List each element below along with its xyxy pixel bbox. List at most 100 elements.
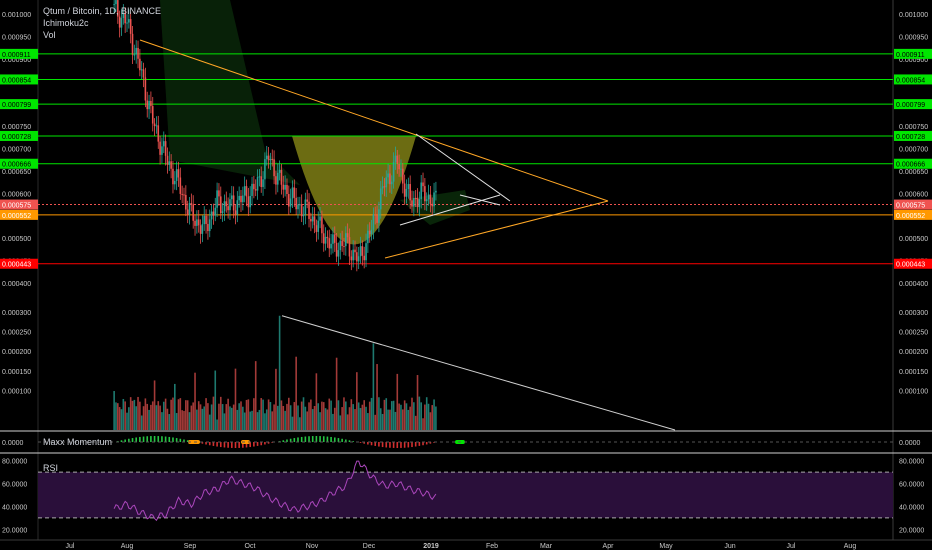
candle-body [378,209,380,223]
momentum-bar [300,436,303,442]
momentum-bar [322,436,325,442]
level-tag-left: 0.000443 [0,258,38,269]
candle-body [216,190,218,208]
time-tick: Feb [486,543,498,550]
candle-body [289,198,292,207]
candle-body [254,189,257,191]
candle-body [271,158,274,160]
candle-body [402,168,404,184]
volume-bar [137,396,139,430]
volume-bar [249,411,251,430]
candle-body [385,177,388,188]
momentum-bar [418,442,421,446]
volume-tick-left: 0.000100 [2,389,31,396]
candle-body [262,179,264,187]
volume-bar [236,409,239,430]
volume-bar [144,398,147,430]
volume-bar [256,412,259,430]
candle-body [269,158,272,161]
momentum-bar [223,442,226,448]
momentum-pane-label: Maxx Momentum [43,437,113,447]
price-tick-left: 0.000750 [2,124,31,131]
candle-body [330,243,332,249]
volume-bar [367,413,369,430]
volume-bar [190,405,193,430]
momentum-bar [146,436,149,442]
volume-bar [124,401,126,430]
candle-body [429,194,432,204]
candle-body [350,256,353,261]
volume-bar [402,409,404,430]
volume-bar [243,412,246,430]
volume-bar [400,404,402,430]
candle-body [420,182,422,200]
level-tag-text: 0.000799 [2,102,31,109]
candle-body [341,240,343,247]
volume-bar [148,409,150,430]
volume-bar [315,373,318,430]
volume-bar [398,403,400,430]
candle-body [337,250,340,257]
rsi-tick-right: 40.0000 [899,504,924,511]
momentum-bar [179,438,182,442]
level-tag-left: 0.000799 [0,99,38,110]
candle-body [229,199,231,211]
candle-body [365,243,367,261]
volume-bar [291,416,294,430]
candle-body [137,47,139,59]
momentum-bar [330,436,332,442]
time-tick: 2019 [423,543,439,550]
price-tick-right: 0.000750 [899,124,928,131]
candle-body [409,184,411,201]
volume-bar [313,406,316,430]
volume-trend-line [281,315,676,431]
volume-bar [155,405,158,430]
volume-bar [435,406,437,430]
volume-bar [254,361,257,430]
volume-bar [335,357,338,430]
rsi-tick-right: 20.0000 [899,527,924,534]
chart-canvas[interactable]: 0.001000 0.0010000.000950 0.0009500.000900… [0,0,932,550]
volume-bar [350,399,353,430]
candle-body [280,169,283,185]
volume-bar [113,391,115,430]
momentum-bar [304,436,307,442]
volume-bar [420,402,422,430]
volume-bar [282,405,285,430]
volume-bar [197,401,200,430]
candle-body [192,204,194,221]
volume-bar [133,399,136,430]
time-tick: Sep [184,543,197,550]
volume-bar [238,403,240,430]
candle-body [243,186,246,196]
volume-bar [203,406,206,430]
volume-bar [262,399,264,430]
candle-body [210,211,213,220]
indicator-volume-label: Vol [43,30,56,40]
indicator-ichimoku-label: Ichimoku2c [43,18,89,28]
candle-body [367,230,369,244]
volume-bar [365,406,367,430]
momentum-tick-left: 0.0000 [2,440,24,447]
volume-bar [330,400,332,430]
candle-body [260,176,263,187]
momentum-bar [282,440,285,442]
candle-body [164,141,167,156]
momentum-bar [256,442,259,446]
candle-body [321,216,323,234]
candle-body [150,100,152,107]
volume-bar [179,398,182,430]
level-tag-text: 0.000854 [2,77,31,84]
price-tick-right: 0.000650 [899,169,928,176]
volume-bar [232,404,235,430]
volume-bar [159,405,161,430]
volume-bar [207,403,209,430]
momentum-bar [139,436,141,442]
candle-body [208,219,211,232]
volume-tick-right: 0.000150 [899,369,928,376]
candle-body [236,200,239,215]
candle-body [332,234,334,244]
candle-body [177,169,180,178]
momentum-bar [175,438,178,442]
level-tag-text: 0.000854 [896,77,925,84]
